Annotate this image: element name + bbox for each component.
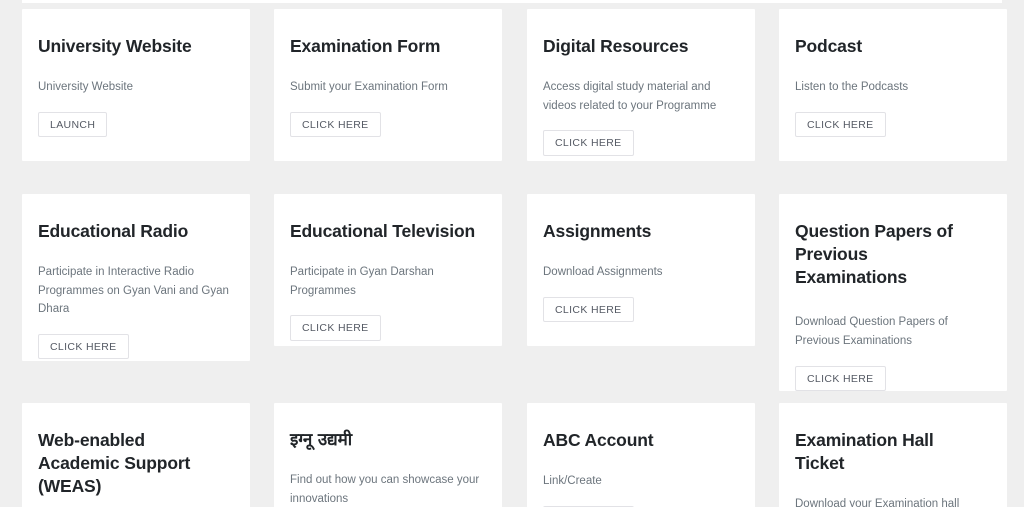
card-examination-form[interactable]: Examination Form Submit your Examination… [274, 9, 502, 161]
card-title: Podcast [795, 36, 863, 56]
card-assignments[interactable]: Assignments Download Assignments CLICK H… [527, 194, 755, 346]
card-title: ABC Account [543, 430, 654, 450]
card-title: इग्नू उद्यमी [290, 430, 353, 450]
card-university-website[interactable]: University Website University Website LA… [22, 9, 250, 161]
card-description: University Website [38, 81, 134, 94]
click-here-button[interactable]: CLICK HERE [290, 111, 381, 138]
card-description: Link/Create [543, 475, 602, 488]
card-title: Question Papers of Previous Examinations [795, 221, 953, 288]
card-description: Submit your Examination Form [290, 81, 448, 94]
card-description: Download Assignments [543, 266, 663, 279]
click-here-button[interactable]: CLICK HERE [38, 333, 129, 360]
card-title: Assignments [543, 221, 652, 241]
card-description: Participate in Gyan Darshan Programmes [290, 266, 434, 297]
card-title: Digital Resources [543, 36, 689, 56]
click-here-button[interactable]: CLICK HERE [795, 111, 886, 138]
card-title: University Website [38, 36, 192, 56]
click-here-button[interactable]: CLICK HERE [543, 130, 634, 156]
card-podcast[interactable]: Podcast Listen to the Podcasts CLICK HER… [779, 9, 1007, 161]
card-title: Educational Television [290, 221, 476, 241]
card-educational-radio[interactable]: Educational Radio Participate in Interac… [22, 194, 250, 361]
card-ignou-udyami[interactable]: इग्नू उद्यमी Find out how you can showca… [274, 403, 502, 507]
card-title: Web-enabled Academic Support (WEAS) [38, 430, 191, 497]
previous-row-sliver [22, 0, 1002, 3]
card-grid-viewport: University Website University Website LA… [0, 0, 1024, 507]
click-here-button[interactable]: CLICK HERE [795, 365, 886, 392]
card-description: Find out how you can showcase your innov… [290, 474, 480, 506]
launch-button[interactable]: LAUNCH [38, 111, 108, 138]
card-examination-hall-ticket[interactable]: Examination Hall Ticket Download your Ex… [779, 403, 1007, 507]
card-educational-television[interactable]: Educational Television Participate in Gy… [274, 194, 502, 346]
card-title: Examination Hall Ticket [795, 430, 934, 474]
click-here-button[interactable]: CLICK HERE [290, 315, 381, 341]
card-description: Participate in Interactive Radio Program… [38, 266, 229, 316]
card-weas[interactable]: Web-enabled Academic Support (WEAS) Visi… [22, 403, 250, 507]
card-description: Download your Examination hall Ticket [795, 498, 960, 507]
card-question-papers[interactable]: Question Papers of Previous Examinations… [779, 194, 1007, 392]
card-title: Examination Form [290, 36, 441, 56]
card-digital-resources[interactable]: Digital Resources Access digital study m… [527, 9, 755, 161]
card-description: Listen to the Podcasts [795, 81, 909, 94]
click-here-button[interactable]: CLICK HERE [543, 296, 634, 323]
card-title: Educational Radio [38, 221, 189, 241]
card-description: Access digital study material and videos… [543, 81, 717, 112]
card-description: Download Question Papers of Previous Exa… [795, 316, 948, 347]
card-abc-account[interactable]: ABC Account Link/Create CLICK HERE [527, 403, 755, 507]
